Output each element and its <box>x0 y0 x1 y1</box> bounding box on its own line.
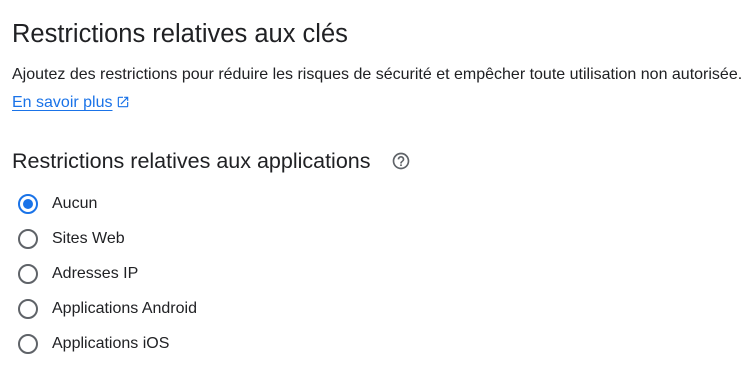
radio-label: Aucun <box>52 194 98 212</box>
radio-option-sites-web[interactable]: Sites Web <box>18 221 197 256</box>
page-title: Restrictions relatives aux clés <box>12 20 348 48</box>
learn-more-link[interactable]: En savoir plus <box>12 94 130 111</box>
description-text: Ajoutez des restrictions pour réduire le… <box>12 66 743 83</box>
radio-label: Applications iOS <box>52 334 170 352</box>
radio-button[interactable] <box>18 193 38 214</box>
section-title: Restrictions relatives aux applications <box>12 148 371 173</box>
radio-button[interactable] <box>18 333 38 354</box>
radio-label: Adresses IP <box>52 264 139 282</box>
application-restriction-radio-group: Aucun Sites Web Adresses IP Applications… <box>18 186 197 361</box>
open-in-new-icon <box>116 91 130 119</box>
learn-more-label: En savoir plus <box>12 94 113 111</box>
radio-button[interactable] <box>18 228 38 249</box>
radio-label: Sites Web <box>52 229 125 247</box>
radio-button[interactable] <box>18 263 38 284</box>
help-circle-icon[interactable] <box>391 151 411 171</box>
radio-label: Applications Android <box>52 299 197 317</box>
description: Ajoutez des restrictions pour réduire le… <box>12 61 748 119</box>
radio-option-aucun[interactable]: Aucun <box>18 186 197 221</box>
app-restrictions-header: Restrictions relatives aux applications <box>12 144 411 178</box>
radio-button[interactable] <box>18 298 38 319</box>
radio-option-adresses-ip[interactable]: Adresses IP <box>18 256 197 291</box>
radio-option-applications-android[interactable]: Applications Android <box>18 291 197 326</box>
radio-option-applications-ios[interactable]: Applications iOS <box>18 326 197 361</box>
